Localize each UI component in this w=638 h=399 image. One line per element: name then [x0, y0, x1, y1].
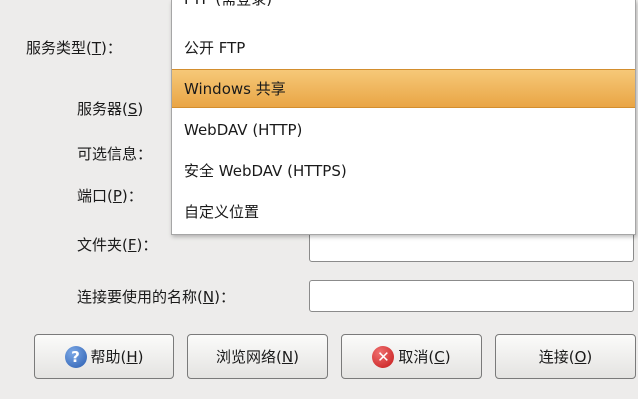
help-icon: ?: [64, 345, 87, 368]
optional-info-label: 可选信息：: [77, 145, 153, 163]
connection-name-label: 连接要使用的名称(N)：: [77, 288, 235, 306]
help-button[interactable]: ? 帮助(H): [34, 334, 174, 379]
connection-name-input[interactable]: [309, 280, 634, 312]
menu-item-windows-share[interactable]: Windows 共享: [172, 69, 635, 108]
menu-item-webdav-https[interactable]: 安全 WebDAV (HTTPS): [172, 152, 635, 188]
help-button-label: 帮助(H): [90, 348, 144, 366]
folder-label: 文件夹(F)：: [77, 236, 158, 254]
service-type-dropdown-menu: FTP (需登录) 公开 FTP Windows 共享 WebDAV (HTTP…: [171, 0, 636, 235]
service-type-label: 服务类型(T)：: [26, 39, 122, 57]
menu-item-webdav-http[interactable]: WebDAV (HTTP): [172, 112, 635, 148]
cancel-button[interactable]: ✕ 取消(C): [341, 334, 482, 379]
browse-network-button[interactable]: 浏览网络(N): [187, 334, 328, 379]
cancel-icon: ✕: [372, 345, 395, 368]
menu-item-ftp-login[interactable]: FTP (需登录): [172, 0, 635, 16]
connect-button[interactable]: 连接(O): [495, 334, 636, 379]
menu-item-custom-location[interactable]: 自定义位置: [172, 193, 635, 229]
port-label: 端口(P)：: [77, 187, 143, 205]
server-label: 服务器(S): [77, 100, 144, 118]
menu-item-public-ftp[interactable]: 公开 FTP: [172, 29, 635, 65]
cancel-button-label: 取消(C): [398, 348, 451, 366]
browse-network-label: 浏览网络(N): [216, 348, 299, 366]
connect-button-label: 连接(O): [538, 348, 593, 366]
